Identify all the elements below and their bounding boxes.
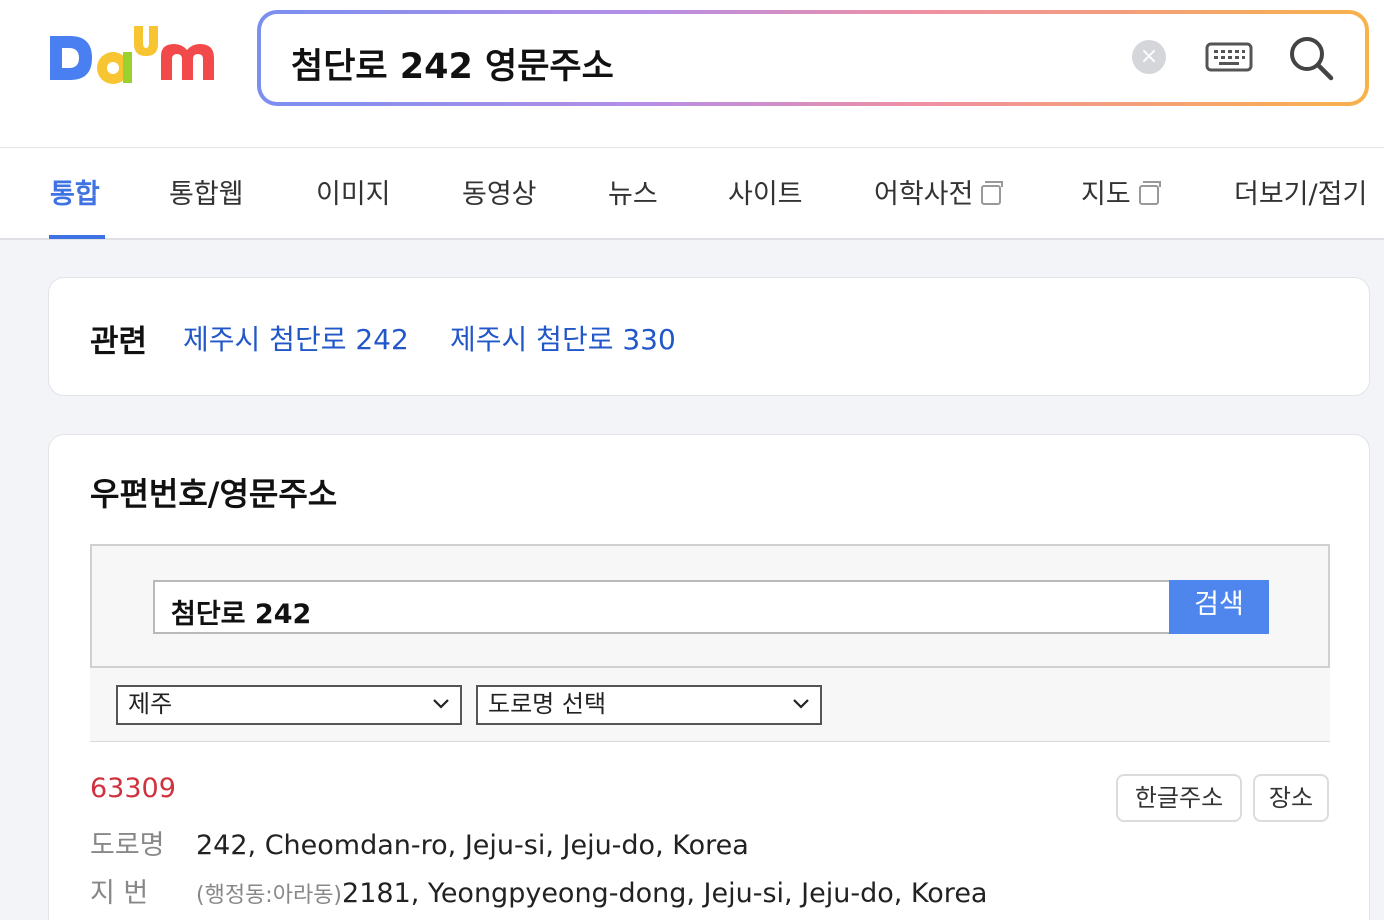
zipcode-title: 우편번호/영문주소 <box>90 475 338 513</box>
daum-logo[interactable] <box>48 22 220 96</box>
road-select-value: 도로명 선택 <box>488 690 607 718</box>
tab-map-label: 지도 <box>1081 179 1131 210</box>
chevron-down-icon <box>433 699 449 709</box>
related-link[interactable]: 제주시 첨단로 330 <box>450 318 676 358</box>
external-link-icon <box>1138 181 1161 205</box>
search-icon[interactable] <box>1287 34 1335 82</box>
tab-video[interactable]: 동영상 <box>462 172 537 211</box>
place-button[interactable]: 장소 <box>1253 774 1329 822</box>
search-box: 첨단로 242 영문주소 × <box>257 10 1369 106</box>
filter-row: 제주 도로명 선택 <box>90 668 1330 742</box>
road-address-label: 도로명 <box>90 830 165 861</box>
tab-more[interactable]: 더보기/접기 <box>1234 172 1367 211</box>
region-select-value: 제주 <box>128 690 173 718</box>
search-input[interactable]: 첨단로 242 영문주소 <box>291 38 614 89</box>
korean-address-button[interactable]: 한글주소 <box>1116 774 1242 822</box>
tab-sites[interactable]: 사이트 <box>728 172 803 211</box>
header: 첨단로 242 영문주소 × <box>0 0 1384 148</box>
tab-map[interactable]: 지도 <box>1081 172 1161 211</box>
chevron-down-icon <box>793 699 809 709</box>
region-select[interactable]: 제주 <box>116 685 462 725</box>
zipcode-value[interactable]: 63309 <box>90 773 176 804</box>
clear-search-button[interactable]: × <box>1132 40 1166 74</box>
related-label: 관련 <box>90 324 148 360</box>
related-searches: 관련 제주시 첨단로 242 제주시 첨단로 330 <box>48 277 1370 396</box>
tab-news[interactable]: 뉴스 <box>608 172 658 211</box>
search-tabs: 통합 통합웹 이미지 동영상 뉴스 사이트 어학사전 지도 더보기/접기 <box>0 148 1384 240</box>
keyboard-icon[interactable] <box>1205 36 1253 76</box>
zipcode-card: 우편번호/영문주소 첨단로 242 검색 제주 도로명 선택 63309 한글주… <box>48 434 1370 920</box>
active-tab-indicator <box>49 235 105 239</box>
lot-address-row: 지 번 (행정동:아라동)2181, Yeongpyeong-dong, Jeju… <box>90 871 987 910</box>
tab-all[interactable]: 통합 <box>50 172 100 211</box>
tab-web[interactable]: 통합웹 <box>169 172 244 211</box>
road-select[interactable]: 도로명 선택 <box>476 685 822 725</box>
zipcode-search-button[interactable]: 검색 <box>1169 580 1269 634</box>
related-link[interactable]: 제주시 첨단로 242 <box>183 318 409 358</box>
lot-address-value: 2181, Yeongpyeong-dong, Jeju-si, Jeju-do… <box>342 878 988 909</box>
lot-address-label: 지 번 <box>90 878 149 909</box>
external-link-icon <box>981 181 1004 205</box>
tab-dictionary-label: 어학사전 <box>874 179 974 210</box>
road-address-row: 도로명 242, Cheomdan-ro, Jeju-si, Jeju-do, K… <box>90 823 749 862</box>
road-address-value: 242, Cheomdan-ro, Jeju-si, Jeju-do, Kore… <box>196 830 749 861</box>
zipcode-search-box: 첨단로 242 검색 <box>90 544 1330 668</box>
zipcode-search-input[interactable]: 첨단로 242 <box>153 580 1169 634</box>
zipcode-input-value: 첨단로 242 <box>171 599 312 630</box>
tab-images[interactable]: 이미지 <box>316 172 391 211</box>
tab-dictionary[interactable]: 어학사전 <box>874 172 1004 211</box>
admin-dong-note: (행정동:아라동) <box>196 883 343 908</box>
